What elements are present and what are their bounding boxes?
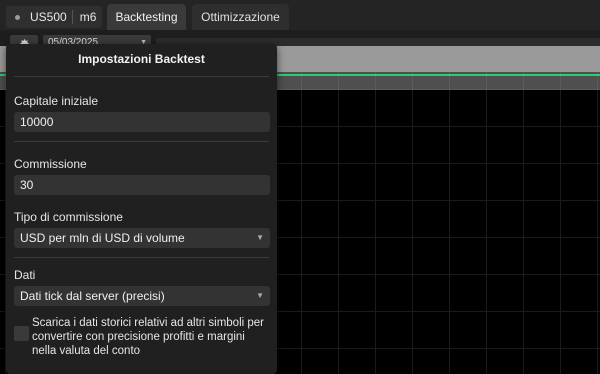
data-source-select[interactable]: Dati tick dal server (precisi) ▼ xyxy=(14,286,270,306)
divider xyxy=(14,76,269,77)
chevron-down-icon: ▼ xyxy=(256,291,264,300)
tab-optimization[interactable]: Ottimizzazione xyxy=(192,4,289,30)
divider xyxy=(14,257,269,258)
panel-title: Impostazioni Backtest xyxy=(78,52,205,66)
initial-capital-input[interactable]: 10000 xyxy=(14,112,270,132)
commission-label: Commissione xyxy=(14,157,87,171)
data-source-value: Dati tick dal server (precisi) xyxy=(20,289,165,303)
symbol-name: US500 xyxy=(30,10,67,24)
status-dot-icon xyxy=(15,14,20,20)
download-history-checkbox[interactable] xyxy=(14,326,29,341)
commission-type-select[interactable]: USD per mln di USD di volume ▼ xyxy=(14,228,270,248)
top-tab-bar: US500 m6 Backtesting Ottimizzazione xyxy=(0,0,600,30)
commission-type-label: Tipo di commissione xyxy=(14,210,123,224)
download-history-label[interactable]: Scarica i dati storici relativi ad altri… xyxy=(32,316,272,358)
timeframe-label[interactable]: m6 xyxy=(80,10,97,24)
divider xyxy=(14,141,269,142)
symbol-selector[interactable]: US500 m6 xyxy=(6,6,102,28)
chevron-down-icon: ▼ xyxy=(256,233,264,242)
commission-type-value: USD per mln di USD di volume xyxy=(20,231,185,245)
commission-input[interactable]: 30 xyxy=(14,175,270,195)
data-label: Dati xyxy=(14,268,36,282)
tab-backtesting[interactable]: Backtesting xyxy=(107,4,186,30)
backtest-settings-panel: Impostazioni Backtest Capitale iniziale … xyxy=(6,44,277,374)
initial-capital-label: Capitale iniziale xyxy=(14,94,99,108)
symbol-divider xyxy=(71,10,73,24)
